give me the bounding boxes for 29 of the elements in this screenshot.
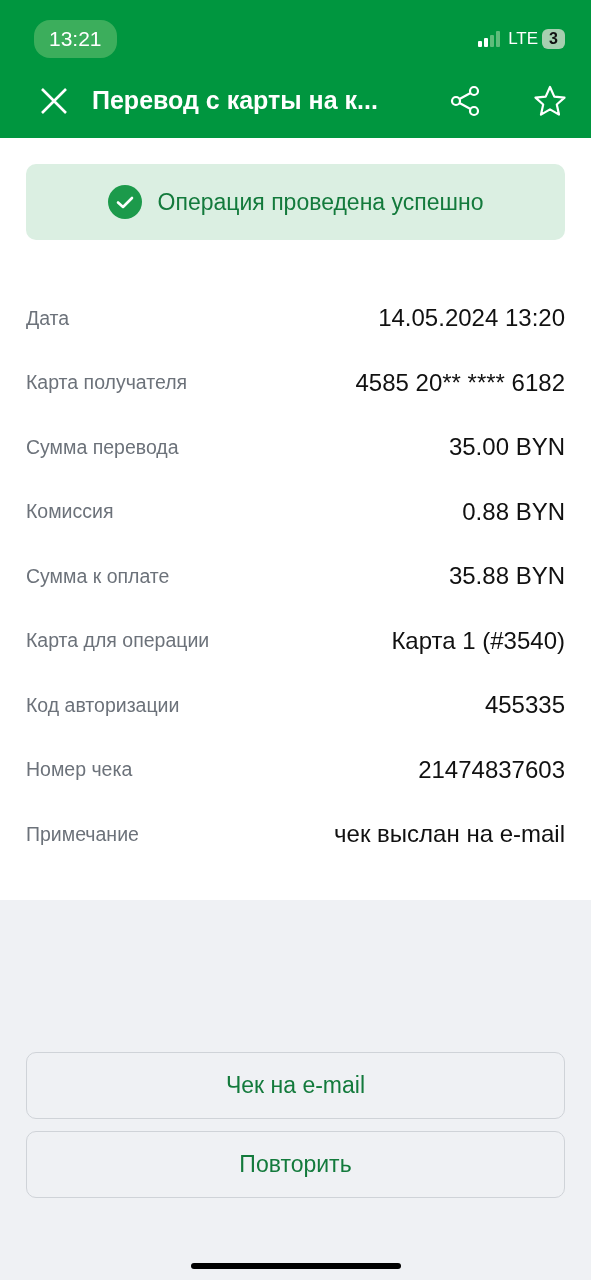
detail-label: Комиссия: [26, 499, 114, 525]
detail-value: чек выслан на e-mail: [334, 819, 565, 850]
detail-label: Примечание: [26, 821, 139, 847]
share-icon[interactable]: [449, 85, 481, 117]
detail-label: Сумма перевода: [26, 434, 179, 460]
screen-title: Перевод с карты на к...: [92, 85, 379, 117]
status-time: 13:21: [34, 20, 117, 58]
action-button[interactable]: Повторить: [26, 1131, 565, 1198]
detail-label: Номер чека: [26, 757, 133, 783]
detail-value: 0.88 BYN: [462, 496, 565, 527]
star-icon[interactable]: [533, 85, 567, 117]
detail-value: 455335: [484, 690, 565, 721]
battery-level: 3: [542, 29, 565, 49]
close-icon[interactable]: [40, 87, 68, 115]
check-circle-icon: [107, 185, 142, 219]
detail-value: 35.88 BYN: [448, 561, 565, 592]
detail-label: Сумма к оплате: [26, 563, 170, 589]
action-button[interactable]: Чек на e-mail: [26, 1052, 565, 1119]
detail-value: Карта 1 (#3540): [391, 625, 565, 656]
detail-label: Карта для операции: [26, 628, 210, 654]
detail-value: 21474837603: [418, 754, 565, 785]
detail-label: Карта получателя: [26, 370, 188, 396]
detail-label: Код авторизации: [26, 692, 180, 718]
detail-value: 14.05.2024 13:20: [378, 303, 565, 334]
network-label: LTE: [508, 28, 539, 51]
detail-value: 4585 20** **** 6182: [355, 367, 565, 398]
success-message: Операция проведена успешно: [157, 187, 484, 217]
detail-label: Дата: [26, 305, 70, 331]
detail-value: 35.00 BYN: [448, 432, 565, 463]
